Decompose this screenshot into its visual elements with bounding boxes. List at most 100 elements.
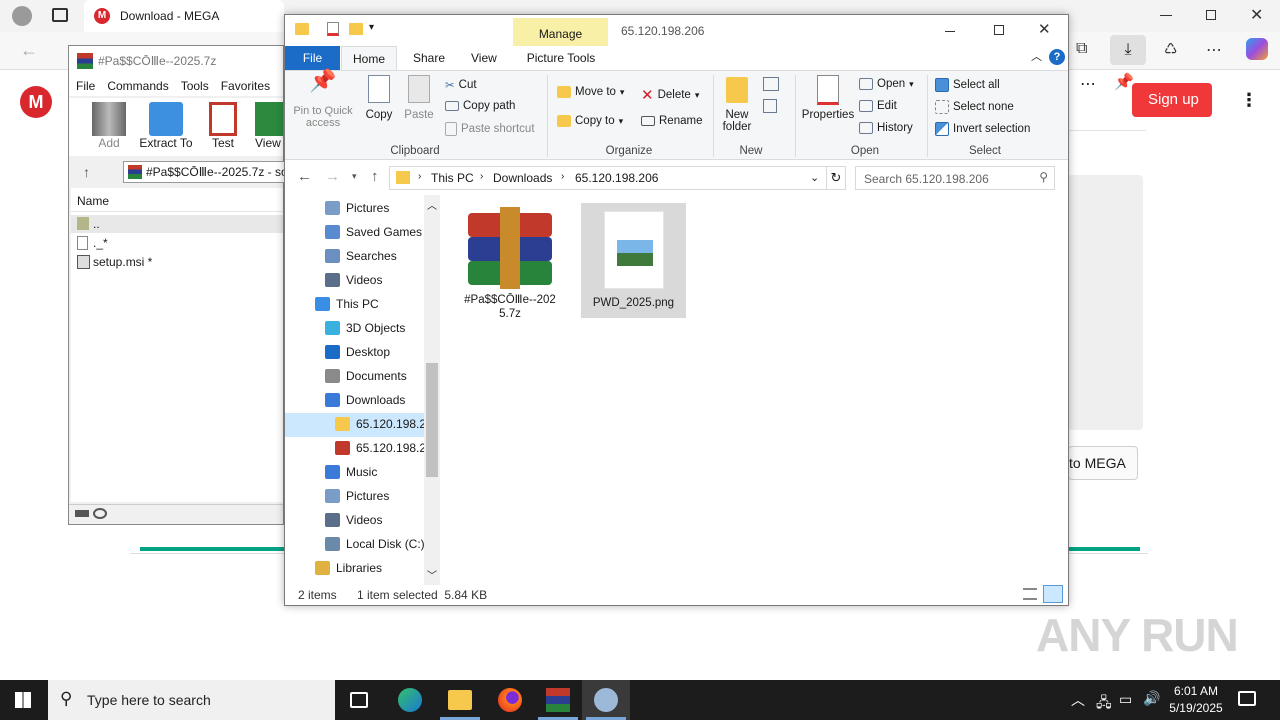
clock-time[interactable]: 6:01 AM [1172, 684, 1220, 698]
file-item[interactable]: #Pa$$CŌⅢe--2025.7z [461, 203, 559, 327]
winrar-taskbar-icon[interactable] [546, 688, 570, 712]
view-button[interactable]: View [255, 102, 285, 150]
copy-path-button[interactable]: Copy path [445, 100, 515, 112]
help-icon[interactable]: ? [1049, 49, 1065, 65]
nav-item[interactable]: Local Disk (C:) [325, 537, 425, 551]
winrar-menu-commands[interactable]: Commands [107, 79, 168, 93]
scroll-down-icon[interactable]: ﹀ [427, 567, 437, 582]
volume-icon[interactable]: 🔊 [1143, 690, 1160, 707]
more-icon[interactable]: ⋯ [1206, 40, 1222, 60]
firefox-icon[interactable] [498, 688, 522, 712]
show-hidden-icons-icon[interactable]: ︿ [1071, 690, 1085, 710]
nav-item[interactable]: Saved Games [325, 225, 422, 239]
paste-shortcut-button[interactable]: Paste shortcut [445, 122, 535, 136]
address-bar[interactable]: › This PC › Downloads › 65.120.198.206 ⌄ [389, 166, 827, 190]
properties-qat-icon[interactable] [327, 22, 339, 36]
collapse-ribbon-icon[interactable]: ︿ [1031, 48, 1042, 64]
edit-button[interactable]: Edit [859, 100, 897, 112]
select-none-button[interactable]: Select none [935, 100, 1014, 114]
notifications-icon[interactable] [1238, 691, 1256, 706]
edge-icon[interactable] [398, 688, 422, 712]
scroll-thumb[interactable] [426, 363, 438, 477]
explorer-close-icon[interactable]: ✕ [1038, 20, 1051, 38]
add-button[interactable]: Add [89, 102, 129, 150]
nav-item[interactable]: 3D Objects [325, 321, 405, 335]
delete-button[interactable]: ✕ Delete ▾ [641, 86, 699, 104]
copilot-icon[interactable] [1246, 38, 1268, 60]
active-app-highlight[interactable] [582, 680, 630, 720]
nav-item[interactable]: Documents [325, 369, 407, 383]
address-dropdown-icon[interactable]: ⌄ [810, 171, 819, 184]
back-arrow-icon[interactable]: ← [297, 168, 312, 185]
tab-view[interactable]: View [471, 51, 497, 65]
nav-item[interactable]: Pictures [325, 201, 389, 215]
page-more-icon[interactable]: ⋯ [1080, 74, 1096, 94]
explorer-minimize-icon[interactable] [945, 31, 955, 32]
breadcrumb-this-pc[interactable]: This PC [431, 171, 474, 185]
qat-dropdown-icon[interactable]: ▾ [369, 22, 374, 33]
nav-item[interactable]: 65.120.198.20 [335, 441, 433, 455]
nav-item[interactable]: Searches [325, 249, 397, 263]
forward-arrow-icon[interactable]: → [325, 168, 340, 185]
tab-share[interactable]: Share [413, 51, 445, 65]
profile-icon[interactable] [12, 6, 32, 26]
select-all-button[interactable]: Select all [935, 78, 1000, 92]
nav-item[interactable]: 65.120.198.20 [335, 417, 433, 431]
winrar-menu-tools[interactable]: Tools [181, 79, 209, 93]
recent-locations-icon[interactable]: ▾ [352, 171, 357, 182]
list-item[interactable]: ._* [71, 234, 283, 252]
copy-to-button[interactable]: Copy to ▾ [557, 115, 623, 127]
refresh-button[interactable]: ↻ [826, 166, 846, 190]
file-explorer-taskbar-icon[interactable] [448, 690, 472, 710]
tab-actions-icon[interactable] [52, 8, 68, 22]
taskbar-search-box[interactable]: ⚲ Type here to search [48, 680, 335, 720]
nav-item[interactable]: Pictures [325, 489, 389, 503]
winrar-menu-favorites[interactable]: Favorites [221, 79, 270, 93]
pin-icon[interactable]: 📌 [1114, 72, 1134, 92]
new-item-icon[interactable] [763, 77, 779, 91]
easy-access-icon[interactable] [763, 99, 777, 113]
winrar-path-field[interactable]: #Pa$$CŌⅢe--2025.7z - so [123, 161, 287, 183]
back-icon[interactable]: ← [20, 40, 38, 61]
restore-icon[interactable] [1206, 10, 1216, 20]
tab-picture-tools[interactable]: Picture Tools [515, 46, 607, 70]
open-button[interactable]: Open ▾ [859, 78, 914, 90]
file-item-selected[interactable]: PWD_2025.png [581, 203, 686, 318]
nav-scrollbar[interactable]: ︿ ﹀ [424, 195, 440, 585]
import-to-mega-button[interactable]: to MEGA [1068, 446, 1138, 480]
tab-home[interactable]: Home [341, 46, 397, 71]
winrar-menu-file[interactable]: File [76, 79, 95, 93]
nav-item[interactable]: Music [325, 465, 377, 479]
details-view-icon[interactable] [1023, 588, 1037, 600]
task-view-icon[interactable] [350, 692, 368, 708]
close-icon[interactable]: ✕ [1250, 5, 1263, 25]
column-name-header[interactable]: Name [71, 188, 283, 212]
extract-to-button[interactable]: Extract To [139, 102, 193, 150]
nav-item[interactable]: This PC [315, 297, 379, 311]
breadcrumb-downloads[interactable]: Downloads [493, 171, 552, 185]
nav-item[interactable]: Downloads [325, 393, 405, 407]
minimize-icon[interactable] [1160, 15, 1172, 16]
mega-logo-icon[interactable]: M [20, 86, 52, 118]
nav-item[interactable]: Desktop [325, 345, 390, 359]
paste-button[interactable]: Paste [401, 75, 437, 121]
copilot-shield-icon[interactable]: ♺ [1164, 40, 1177, 58]
browser-tab[interactable]: M Download - MEGA [84, 0, 284, 32]
search-box[interactable]: Search 65.120.198.206 ⚲ [855, 166, 1055, 190]
explorer-maximize-icon[interactable] [994, 25, 1004, 35]
nav-item[interactable]: Videos [325, 513, 382, 527]
downloads-icon[interactable]: ⤓ [1110, 35, 1146, 65]
move-to-button[interactable]: Move to ▾ [557, 86, 624, 98]
extensions-icon[interactable]: ⧉ [1076, 40, 1087, 58]
rename-button[interactable]: Rename [641, 115, 702, 127]
properties-button[interactable]: Properties [800, 75, 856, 121]
list-item[interactable]: .. [71, 215, 283, 233]
new-folder-qat-icon[interactable] [349, 23, 363, 35]
cut-button[interactable]: ✂ Cut [445, 78, 477, 92]
new-folder-button[interactable]: New folder [717, 75, 757, 133]
nav-item[interactable]: Libraries [315, 561, 382, 575]
tab-file[interactable]: File [285, 46, 340, 70]
test-button[interactable]: Test [205, 102, 241, 150]
clock-date[interactable]: 5/19/2025 [1168, 701, 1224, 715]
nav-item[interactable]: Videos [325, 273, 382, 287]
